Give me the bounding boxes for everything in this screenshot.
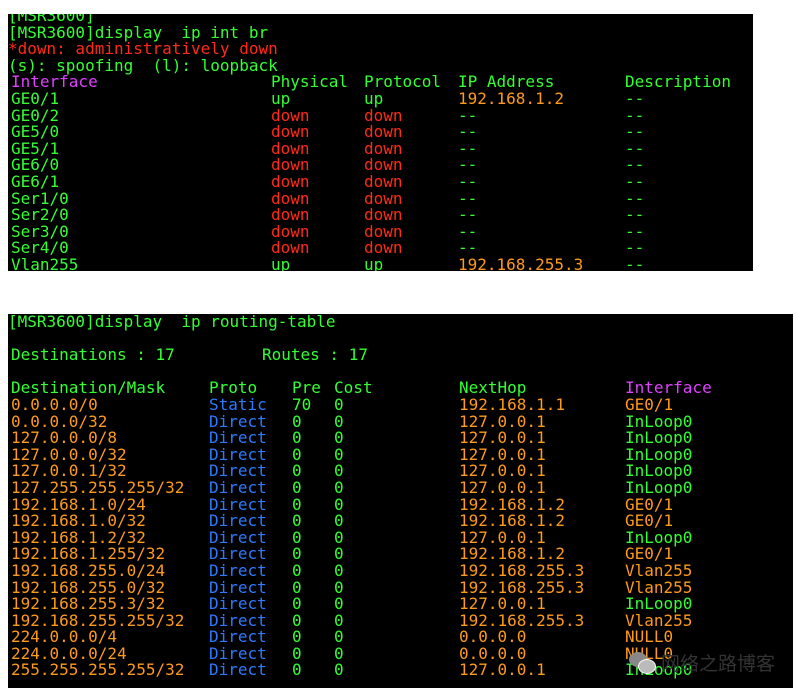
route-preference: 0 <box>292 660 302 680</box>
route-proto: Direct <box>209 660 267 680</box>
outgoing-interface: Vlan255 <box>625 560 693 580</box>
route-preference: 0 <box>292 560 302 580</box>
table-header: Destination/Mask Proto Pre Cost NextHop … <box>8 380 793 397</box>
route-cost: 0 <box>334 660 344 680</box>
physical-status: up <box>271 254 291 271</box>
ip-address: 192.168.255.3 <box>458 254 584 271</box>
routes-count: Routes : 17 <box>262 345 368 365</box>
interface-name: Vlan255 <box>11 254 79 271</box>
table-row: 192.168.255.255/32 Direct 0 0 192.168.255.3 V… <box>8 612 793 630</box>
route-cost: 0 <box>334 560 344 580</box>
terminal-window-routing-table: [MSR3600]display ip routing-table Destin… <box>8 314 793 688</box>
next-hop: 127.0.0.1 <box>459 660 546 680</box>
protocol-status: up <box>364 254 384 271</box>
command-line: [MSR3600]display ip routing-table <box>8 314 336 331</box>
watermark: 网络之路博客 <box>628 649 775 676</box>
route-proto: Direct <box>209 560 267 580</box>
watermark-text: 网络之路博客 <box>660 653 775 675</box>
destination-mask: 192.168.255.0/24 <box>11 560 166 580</box>
destinations-count: Destinations : 17 <box>11 345 175 365</box>
summary-line: Destinations : 17 Routes : 17 <box>8 347 793 364</box>
next-hop: 192.168.255.3 <box>459 560 585 580</box>
destination-mask: 255.255.255.255/32 <box>11 660 185 680</box>
description: -- <box>625 254 645 271</box>
wechat-icon <box>628 651 656 674</box>
terminal-window-interface-brief: [MSR3600] [MSR3600]display ip int br *do… <box>8 14 753 271</box>
table-row: 192.168.255.0/24 Direct 0 0 192.168.255.3 Vla… <box>8 560 793 580</box>
table-row: Vlan255 up up 192.168.255.3 -- <box>8 254 753 271</box>
